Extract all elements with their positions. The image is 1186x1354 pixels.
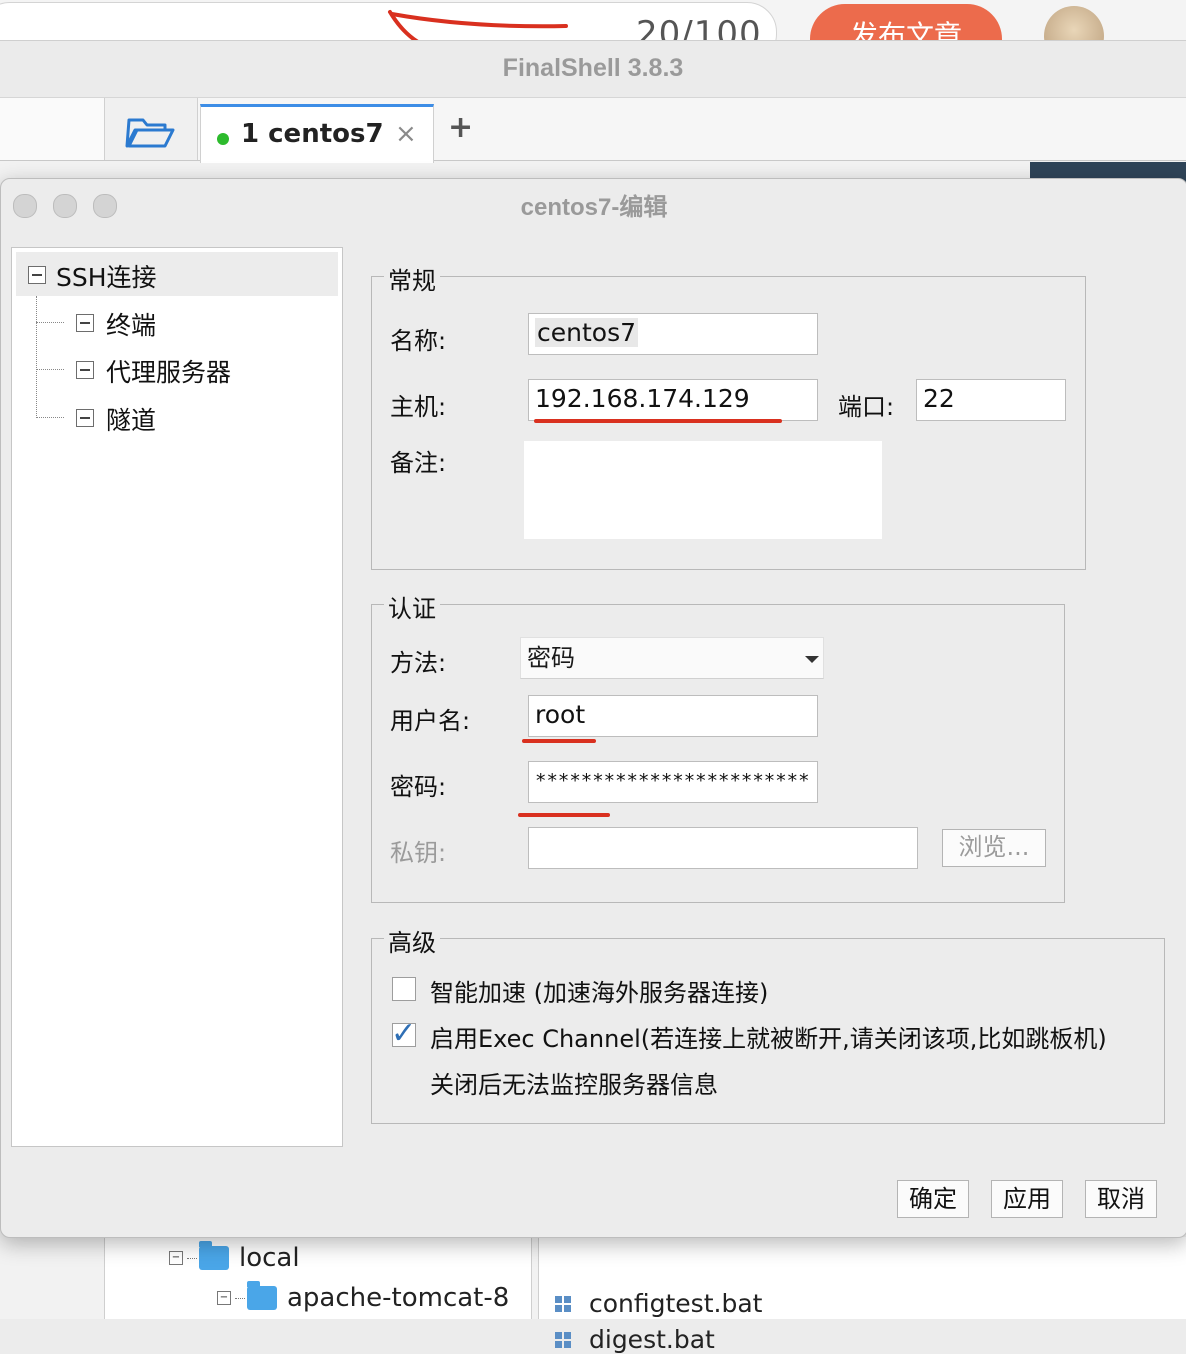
password-label: 密码: [390, 773, 447, 801]
file-row[interactable]: digest.bat [555, 1325, 715, 1354]
folder-tab[interactable] [104, 98, 198, 160]
smart-accel-label: 智能加速 (加速海外服务器连接) [430, 979, 769, 1007]
smart-accel-checkbox[interactable] [392, 977, 416, 1001]
folder-icon [247, 1281, 277, 1310]
session-tabbar: 1 centos7 × + [0, 98, 1186, 163]
folder-icon [199, 1241, 229, 1270]
exec-channel-note: 关闭后无法监控服务器信息 [430, 1071, 718, 1099]
collapse-icon[interactable] [76, 409, 94, 427]
method-label: 方法: [390, 649, 447, 677]
auth-legend: 认证 [384, 589, 440, 624]
apply-button[interactable]: 应用 [991, 1180, 1063, 1218]
private-key-label: 私钥: [390, 839, 447, 867]
tree-item-ssh[interactable]: SSH连接 [16, 252, 338, 296]
dialog-title: centos7-编辑 [520, 194, 668, 221]
publish-button[interactable]: 发布文章 [810, 4, 1002, 40]
file-list: configtest.bat digest.bat [538, 1237, 1186, 1354]
exec-channel-checkbox[interactable]: ✓ [391, 1016, 416, 1051]
chevron-down-icon [805, 656, 819, 663]
dialog-titlebar: centos7-编辑 [1, 179, 1186, 229]
red-annotation-underline [534, 419, 782, 423]
remote-dir-tree: − local − apache-tomcat-8 [104, 1237, 532, 1319]
name-label: 名称: [390, 327, 447, 355]
collapse-icon[interactable]: − [169, 1251, 183, 1265]
auth-group: 认证 方法: 密码 用户名: root 密码: ****************… [371, 589, 1065, 903]
settings-tree: SSH连接 终端 代理服务器 隧道 [11, 247, 343, 1147]
port-field[interactable]: 22 [916, 379, 1066, 421]
bat-file-icon [555, 1295, 571, 1312]
file-row[interactable]: configtest.bat [555, 1289, 762, 1318]
collapse-icon[interactable] [76, 361, 94, 379]
connected-status-dot [217, 133, 229, 145]
notes-label: 备注: [390, 449, 447, 477]
host-field[interactable]: 192.168.174.129 [528, 379, 818, 421]
red-annotation-underline [518, 813, 610, 817]
tree-item-apache-tomcat[interactable]: − apache-tomcat-8 [217, 1281, 509, 1313]
exec-channel-label: 启用Exec Channel(若连接上就被断开,请关闭该项,比如跳板机) [430, 1025, 1107, 1053]
ok-button[interactable]: 确定 [897, 1180, 969, 1218]
notes-textarea[interactable] [524, 441, 882, 539]
browse-button[interactable]: 浏览... [942, 829, 1046, 867]
general-group: 常规 名称: centos7 主机: 192.168.174.129 端口: 2… [371, 261, 1086, 570]
bat-file-icon [555, 1331, 571, 1348]
close-icon[interactable]: × [395, 119, 417, 149]
tab-centos7[interactable]: 1 centos7 × [200, 104, 434, 163]
collapse-icon[interactable] [28, 266, 46, 284]
tab-label: 1 centos7 [241, 119, 384, 149]
checkmark-icon: ✓ [391, 1016, 417, 1051]
cancel-button[interactable]: 取消 [1085, 1180, 1157, 1218]
collapse-icon[interactable] [76, 314, 94, 332]
username-field[interactable]: root [528, 695, 818, 737]
app-title: FinalShell 3.8.3 [0, 41, 1186, 98]
auth-method-select[interactable]: 密码 [520, 637, 824, 679]
char-counter: 20/100 [636, 14, 762, 40]
username-label: 用户名: [390, 707, 471, 735]
red-annotation-arrow [388, 10, 568, 40]
host-label: 主机: [390, 393, 447, 421]
red-annotation-underline [522, 739, 596, 743]
general-legend: 常规 [384, 261, 440, 296]
private-key-field[interactable] [528, 827, 918, 869]
add-tab-button[interactable]: + [448, 110, 473, 145]
name-field[interactable]: centos7 [528, 313, 818, 355]
avatar[interactable] [1044, 6, 1104, 40]
folder-open-icon [125, 118, 175, 148]
advanced-group: 高级 智能加速 (加速海外服务器连接) ✓ 启用Exec Channel(若连接… [371, 923, 1165, 1124]
tree-item-local[interactable]: − local [169, 1241, 300, 1273]
password-field[interactable]: ************************ [528, 761, 818, 803]
advanced-legend: 高级 [384, 923, 440, 958]
collapse-icon[interactable]: − [217, 1291, 231, 1305]
browser-toolbar: 20/100 发布文章 [0, 0, 1186, 40]
port-label: 端口: [838, 393, 895, 421]
edit-connection-dialog: centos7-编辑 SSH连接 终端 代理服务器 隧道 常规 名称: cent… [0, 178, 1186, 1238]
